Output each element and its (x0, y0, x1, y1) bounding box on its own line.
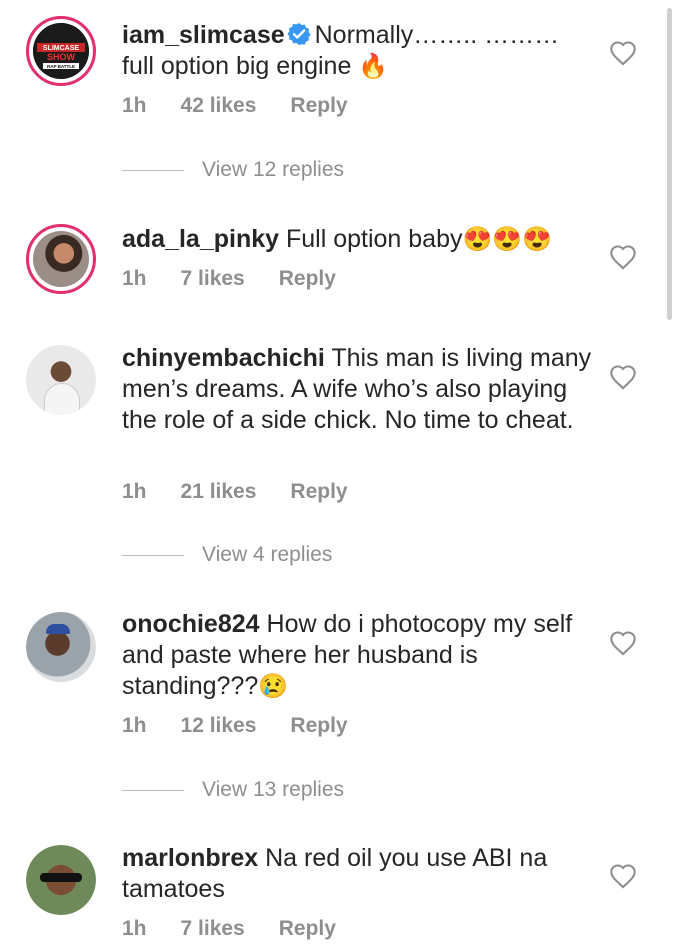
svg-text:RAP BATTLE: RAP BATTLE (47, 64, 75, 69)
comment-text: onochie824 How do i photocopy my self an… (122, 609, 592, 702)
heart-outline-icon[interactable] (609, 364, 637, 390)
likes-count[interactable]: 7 likes (181, 917, 245, 940)
view-replies-label: View 4 replies (202, 543, 333, 566)
view-replies-label: View 13 replies (202, 778, 345, 801)
heart-outline-icon[interactable] (609, 863, 637, 889)
comment-meta: 1h 42 likes Reply (122, 94, 382, 118)
username[interactable]: marlonbrex (122, 844, 258, 872)
likes-count[interactable]: 42 likes (181, 94, 257, 117)
svg-text:SLIMCASE: SLIMCASE (43, 45, 80, 52)
reply-button[interactable]: Reply (290, 94, 347, 117)
verified-badge-icon (287, 23, 311, 45)
comment-body: Full option baby (285, 225, 463, 253)
view-replies-button[interactable]: View 12 replies (122, 158, 344, 182)
heart-eyes-emoji: 😍😍😍 (462, 226, 553, 253)
comment-meta: 1h 7 likes Reply (122, 267, 370, 291)
comment-meta: 1h 7 likes Reply (122, 917, 370, 941)
comment-text: chinyembachichi This man is living many … (122, 343, 592, 436)
username[interactable]: iam_slimcase (122, 21, 285, 49)
timestamp: 1h (122, 267, 147, 290)
crying-emoji: 😢 (258, 673, 289, 700)
svg-text:SHOW: SHOW (47, 52, 76, 62)
reply-button[interactable]: Reply (279, 267, 336, 290)
reply-button[interactable]: Reply (290, 714, 347, 737)
heart-outline-icon[interactable] (609, 40, 637, 66)
avatar[interactable] (26, 345, 96, 415)
avatar[interactable] (26, 845, 96, 915)
likes-count[interactable]: 21 likes (181, 480, 257, 503)
view-replies-button[interactable]: View 4 replies (122, 543, 332, 567)
timestamp: 1h (122, 94, 147, 117)
view-replies-button[interactable]: View 13 replies (122, 778, 344, 802)
comment-meta: 1h 21 likes Reply (122, 480, 382, 504)
divider-line (122, 554, 184, 556)
view-replies-label: View 12 replies (202, 158, 345, 181)
scrollbar[interactable] (667, 8, 672, 320)
slimcase-logo: SLIMCASE SHOW RAP BATTLE (33, 23, 89, 79)
reply-button[interactable]: Reply (290, 480, 347, 503)
heart-outline-icon[interactable] (609, 244, 637, 270)
avatar[interactable] (26, 612, 96, 682)
fire-emoji: 🔥 (358, 53, 389, 80)
comment-text: iam_slimcase Normally…….. ……… full option… (122, 20, 592, 82)
comment-text: ada_la_pinky Full option baby😍😍😍 (122, 224, 592, 255)
username[interactable]: chinyembachichi (122, 344, 325, 372)
comment-text: marlonbrex Na red oil you use ABI na tam… (122, 843, 592, 905)
comment-meta: 1h 12 likes Reply (122, 714, 382, 738)
likes-count[interactable]: 12 likes (181, 714, 257, 737)
divider-line (122, 169, 184, 171)
avatar[interactable] (26, 224, 96, 294)
likes-count[interactable]: 7 likes (181, 267, 245, 290)
timestamp: 1h (122, 917, 147, 940)
divider-line (122, 789, 184, 791)
timestamp: 1h (122, 714, 147, 737)
heart-outline-icon[interactable] (609, 630, 637, 656)
username[interactable]: ada_la_pinky (122, 225, 279, 253)
reply-button[interactable]: Reply (279, 917, 336, 940)
avatar[interactable]: SLIMCASE SHOW RAP BATTLE (26, 16, 96, 86)
username[interactable]: onochie824 (122, 610, 260, 638)
timestamp: 1h (122, 480, 147, 503)
